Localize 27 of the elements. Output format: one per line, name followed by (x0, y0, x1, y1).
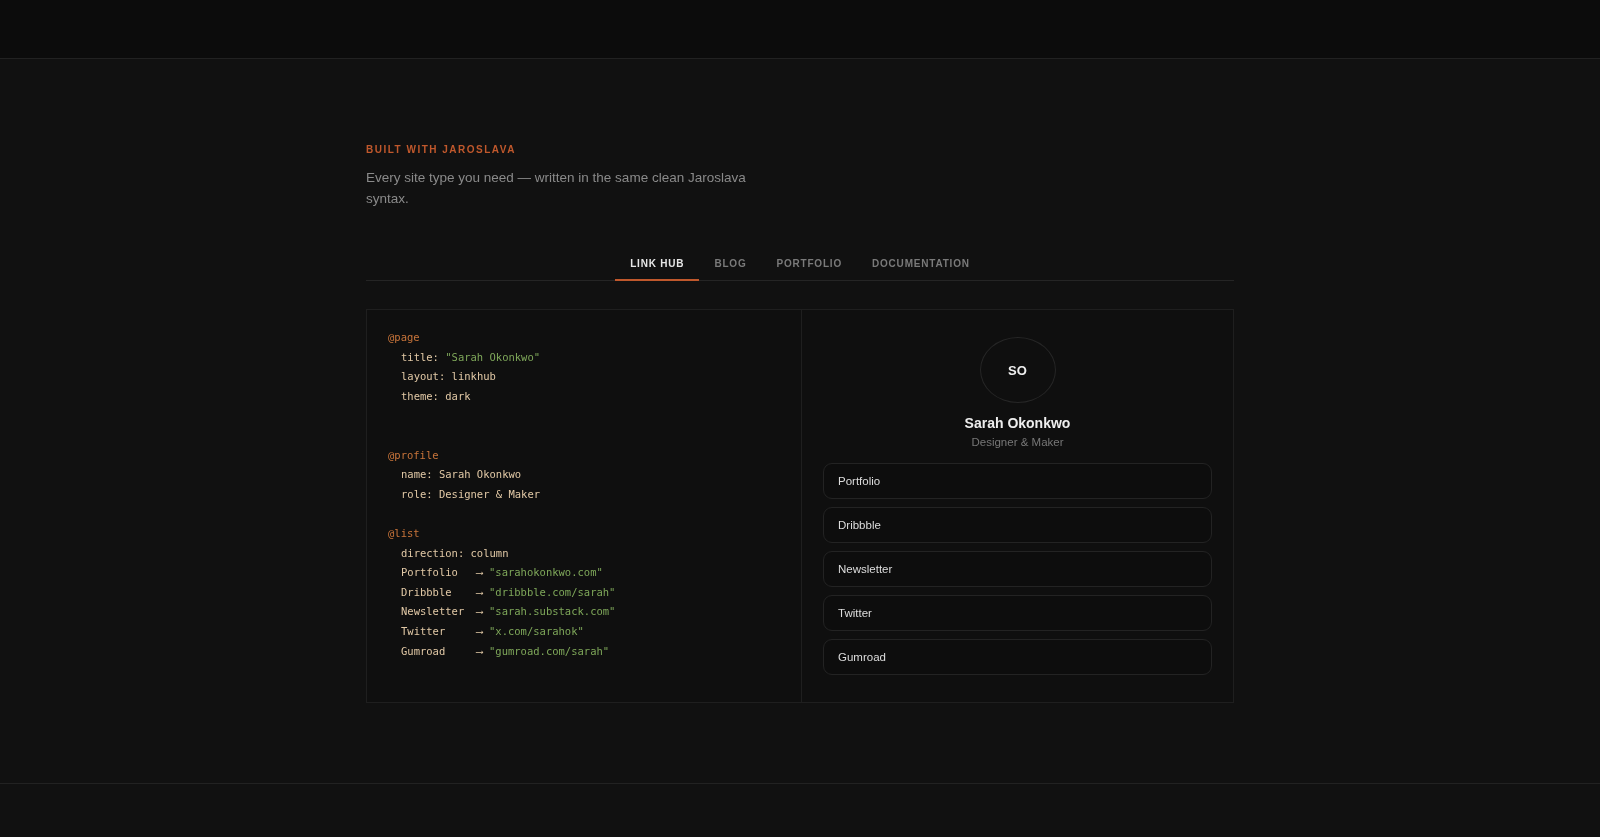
code-line: theme: dark (400, 388, 471, 404)
code-line: role: Designer & Maker (400, 486, 541, 502)
code-line: @list (388, 525, 420, 541)
tab[interactable]: PORTFOLIO (761, 249, 857, 281)
code-line: Dribbble ⟶ "dribbble.com/sarah" (400, 584, 616, 600)
profile-name: Sarah Okonkwo (964, 415, 1071, 431)
code-line: Gumroad ⟶ "gumroad.com/sarah" (400, 643, 610, 659)
code-line: layout: linkhub (400, 369, 496, 385)
code-line: direction: column (400, 545, 509, 561)
link-button[interactable]: Dribbble (823, 507, 1212, 543)
tab[interactable]: DOCUMENTATION (857, 249, 985, 281)
link-button[interactable]: Gumroad (823, 639, 1212, 675)
section-eyebrow: BUILT WITH JAROSLAVA (366, 144, 517, 155)
code-line: @profile (388, 447, 439, 463)
section-description: Every site type you need — written in the same clean Jaroslava syntax. (366, 169, 747, 208)
link-button[interactable]: Twitter (823, 595, 1212, 631)
link-button[interactable]: Portfolio (823, 463, 1212, 499)
tab[interactable]: BLOG (699, 249, 762, 281)
code-line: name: Sarah Okonkwo (400, 467, 522, 483)
code-line: Newsletter ⟶ "sarah.substack.com" (400, 604, 616, 620)
code-line: Twitter ⟶ "x.com/sarahok" (400, 623, 584, 639)
code-line: @page (388, 330, 420, 345)
tab[interactable]: LINK HUB (615, 249, 700, 281)
link-button[interactable]: Newsletter (823, 551, 1212, 587)
profile-role: Designer & Maker (971, 436, 1064, 448)
code-line: Portfolio ⟶ "sarahokonkwo.com" (400, 565, 603, 581)
code-line: title: "Sarah Okonkwo" (400, 349, 541, 365)
